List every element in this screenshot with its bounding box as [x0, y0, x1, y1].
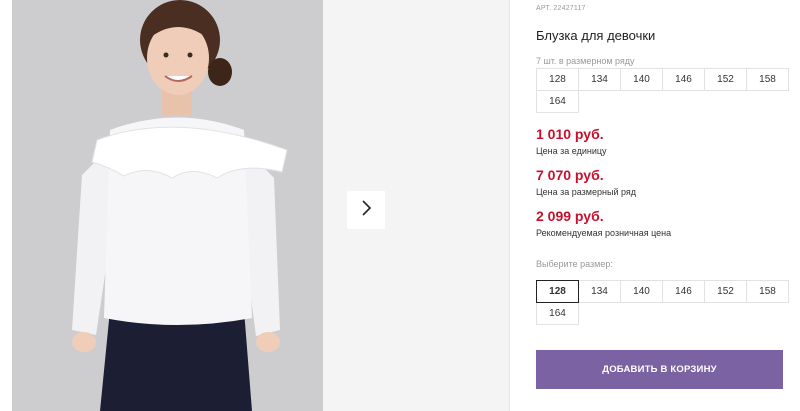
- size-selector: 128 134 140 146 152 158 164: [536, 280, 789, 325]
- size-row-cell: 164: [536, 90, 579, 113]
- article-number: АРТ. 22427117: [536, 5, 586, 12]
- size-row-grid: 128 134 140 146 152 158 164: [536, 68, 789, 113]
- girl-in-white-blouse-image: [12, 0, 323, 411]
- select-size-hint: Выберите размер:: [536, 259, 613, 269]
- retail-price: 2 099 руб.: [536, 208, 604, 224]
- size-row-hint: 7 шт. в размерном ряду: [536, 56, 635, 66]
- size-option[interactable]: 140: [620, 280, 663, 303]
- row-price-label: Цена за размерный ряд: [536, 187, 637, 197]
- product-photo[interactable]: [12, 0, 323, 411]
- size-option[interactable]: 146: [662, 280, 705, 303]
- size-row-cell: 128: [536, 68, 579, 91]
- size-option[interactable]: 134: [578, 280, 621, 303]
- column-divider: [509, 0, 510, 411]
- size-row-cell: 146: [662, 68, 705, 91]
- row-price: 7 070 руб.: [536, 167, 604, 183]
- size-option[interactable]: 152: [704, 280, 747, 303]
- size-row-cell: 140: [620, 68, 663, 91]
- unit-price: 1 010 руб.: [536, 126, 604, 142]
- product-info-panel: АРТ. 22427117 Блузка для девочки 7 шт. в…: [536, 0, 789, 411]
- unit-price-label: Цена за единицу: [536, 146, 607, 156]
- chevron-right-icon: [359, 199, 373, 222]
- size-row-cell: 152: [704, 68, 747, 91]
- size-option[interactable]: 164: [536, 302, 579, 325]
- retail-price-label: Рекомендуемая розничная цена: [536, 228, 672, 238]
- size-row-cell: 134: [578, 68, 621, 91]
- product-title: Блузка для девочки: [536, 28, 656, 43]
- size-option-selected[interactable]: 128: [536, 280, 579, 303]
- size-option[interactable]: 158: [746, 280, 789, 303]
- add-to-cart-button[interactable]: ДОБАВИТЬ В КОРЗИНУ: [536, 350, 783, 389]
- next-photo-button[interactable]: [347, 191, 385, 229]
- size-row-cell: 158: [746, 68, 789, 91]
